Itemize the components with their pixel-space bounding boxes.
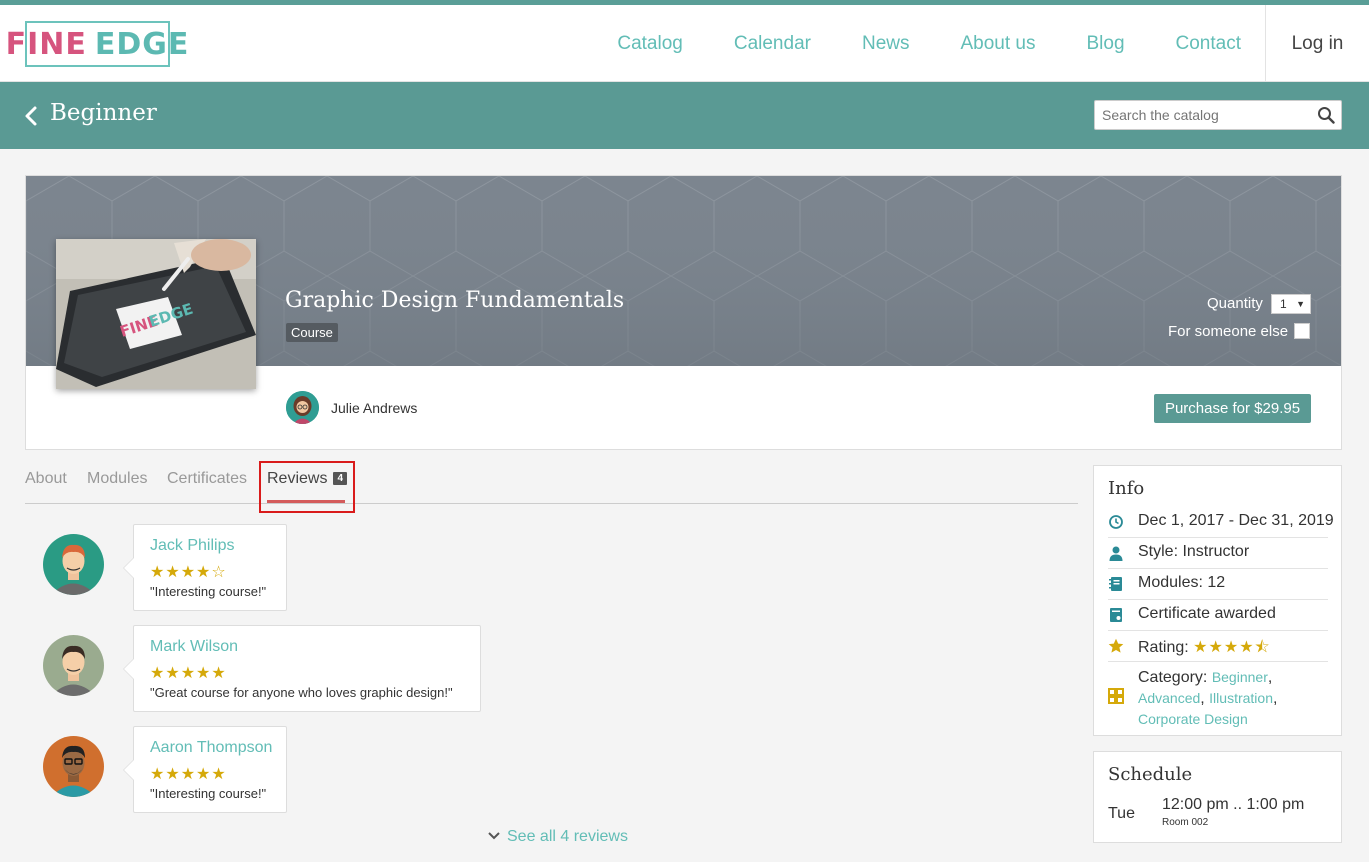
review-text: "Interesting course!" (150, 584, 267, 599)
info-category-row: Category: Beginner, Advanced, Illustrati… (1108, 662, 1328, 728)
highlight-box (259, 461, 355, 513)
info-style: Style: Instructor (1138, 543, 1250, 560)
info-rating-stars: ★★★★⯪ (1193, 637, 1271, 656)
category-link-illustration[interactable]: Illustration (1209, 690, 1273, 706)
reviewer-name[interactable]: Jack Philips (150, 537, 234, 555)
nav-contact[interactable]: Contact (1176, 33, 1241, 55)
review-card-3: Aaron Thompson ★★★★★ "Interesting course… (123, 726, 287, 813)
someone-else-label: For someone else (1168, 323, 1289, 340)
review-stars: ★★★★★ (150, 663, 227, 682)
search-input[interactable] (1095, 101, 1305, 129)
course-thumbnail: FINE EDGE (56, 239, 256, 389)
category-link-beginner[interactable]: Beginner (1212, 669, 1268, 685)
info-title: Info (1108, 478, 1145, 499)
info-dates-row: Dec 1, 2017 - Dec 31, 2019 (1108, 507, 1334, 538)
schedule-room: Room 002 (1162, 817, 1209, 828)
reviewer-avatar-2[interactable] (43, 635, 104, 696)
category-grid-icon (1108, 688, 1124, 704)
purchase-button[interactable]: Purchase for $29.95 (1154, 394, 1311, 423)
review-card-2: Mark Wilson ★★★★★ "Great course for anyo… (123, 625, 481, 712)
category-bar: Beginner (0, 82, 1369, 149)
instructor-name[interactable]: Julie Andrews (331, 400, 417, 416)
course-title: Graphic Design Fundamentals (285, 288, 625, 313)
logo-word-1: FINE (5, 26, 87, 62)
info-rating-row: Rating: ★★★★⯪ (1108, 631, 1328, 662)
info-certificate: Certificate awarded (1138, 605, 1276, 622)
catalog-search (1094, 100, 1342, 130)
main-nav: Catalog Calendar News About us Blog Cont… (566, 5, 1241, 82)
info-certificate-row: Certificate awarded (1108, 600, 1328, 631)
quantity-value: 1 (1280, 297, 1287, 311)
schedule-title: Schedule (1108, 764, 1193, 785)
see-all-label: See all 4 reviews (507, 828, 628, 845)
category-label: Category: (1138, 669, 1212, 686)
dropdown-arrow-icon: ▼ (1296, 299, 1305, 309)
login-button[interactable]: Log in (1265, 5, 1369, 82)
reviewer-name[interactable]: Aaron Thompson (150, 739, 272, 757)
see-all-reviews-link[interactable]: See all 4 reviews (487, 828, 628, 846)
quantity-select[interactable]: 1 ▼ (1271, 294, 1311, 314)
review-stars: ★★★★☆ (150, 562, 227, 581)
info-categories: Category: Beginner, Advanced, Illustrati… (1138, 669, 1278, 727)
info-modules: Modules: 12 (1138, 574, 1226, 591)
someone-else-checkbox[interactable] (1294, 323, 1310, 339)
site-header: FINE EDGE Catalog Calendar News About us… (0, 5, 1369, 82)
category-link-advanced[interactable]: Advanced (1138, 690, 1200, 706)
info-style-row: Style: Instructor (1108, 538, 1328, 569)
review-stars: ★★★★★ (150, 764, 227, 783)
quantity-label: Quantity (1207, 295, 1263, 312)
tablet-image: FINE EDGE (56, 239, 256, 389)
tab-modules[interactable]: Modules (87, 470, 147, 488)
info-rating: Rating: ★★★★⯪ (1138, 636, 1271, 663)
info-panel: Info Dec 1, 2017 - Dec 31, 2019 Style: I… (1093, 465, 1342, 736)
reviewer-avatar-1[interactable] (43, 534, 104, 595)
instructor-avatar[interactable] (286, 391, 319, 424)
schedule-panel: Schedule Tue 12:00 pm .. 1:00 pm Room 00… (1093, 751, 1342, 843)
user-icon (1109, 546, 1123, 561)
search-icon[interactable] (1317, 106, 1335, 124)
nav-news[interactable]: News (862, 33, 910, 55)
info-rating-label: Rating: (1138, 639, 1189, 656)
certificate-icon (1110, 608, 1122, 622)
info-modules-row: Modules: 12 (1108, 569, 1328, 600)
reviewer-3-avatar-icon (43, 736, 104, 797)
page-title: Beginner (50, 100, 157, 126)
reviewer-2-avatar-icon (43, 635, 104, 696)
reviewer-1-avatar-icon (43, 534, 104, 595)
reviewer-avatar-3[interactable] (43, 736, 104, 797)
info-dates: Dec 1, 2017 - Dec 31, 2019 (1138, 512, 1334, 529)
course-type-badge: Course (286, 323, 338, 342)
review-text: "Interesting course!" (150, 786, 267, 801)
nav-catalog[interactable]: Catalog (617, 33, 683, 55)
back-chevron-icon[interactable] (22, 102, 42, 130)
reviewer-name[interactable]: Mark Wilson (150, 638, 238, 656)
course-tabs: About Modules Certificates Reviews 4 (25, 462, 1078, 504)
category-link-corporate-design[interactable]: Corporate Design (1138, 711, 1248, 727)
instructor-avatar-icon (286, 391, 319, 424)
nav-calendar[interactable]: Calendar (734, 33, 811, 55)
site-logo[interactable]: FINE EDGE (6, 21, 188, 67)
star-icon (1108, 638, 1124, 653)
schedule-day: Tue (1108, 805, 1135, 822)
notebook-icon (1109, 577, 1122, 591)
schedule-time: 12:00 pm .. 1:00 pm (1162, 796, 1305, 813)
review-text: "Great course for anyone who loves graph… (150, 685, 453, 700)
clock-icon (1109, 515, 1123, 529)
tab-about[interactable]: About (25, 470, 67, 488)
tab-certificates[interactable]: Certificates (167, 470, 247, 488)
logo-word-2: EDGE (94, 26, 190, 62)
chevron-down-icon (488, 832, 500, 840)
course-card: FINE EDGE Graphic Design Fundamentals Co… (25, 175, 1342, 450)
nav-blog[interactable]: Blog (1086, 33, 1124, 55)
nav-about-us[interactable]: About us (960, 33, 1035, 55)
review-card-1: Jack Philips ★★★★☆ "Interesting course!" (123, 524, 287, 611)
